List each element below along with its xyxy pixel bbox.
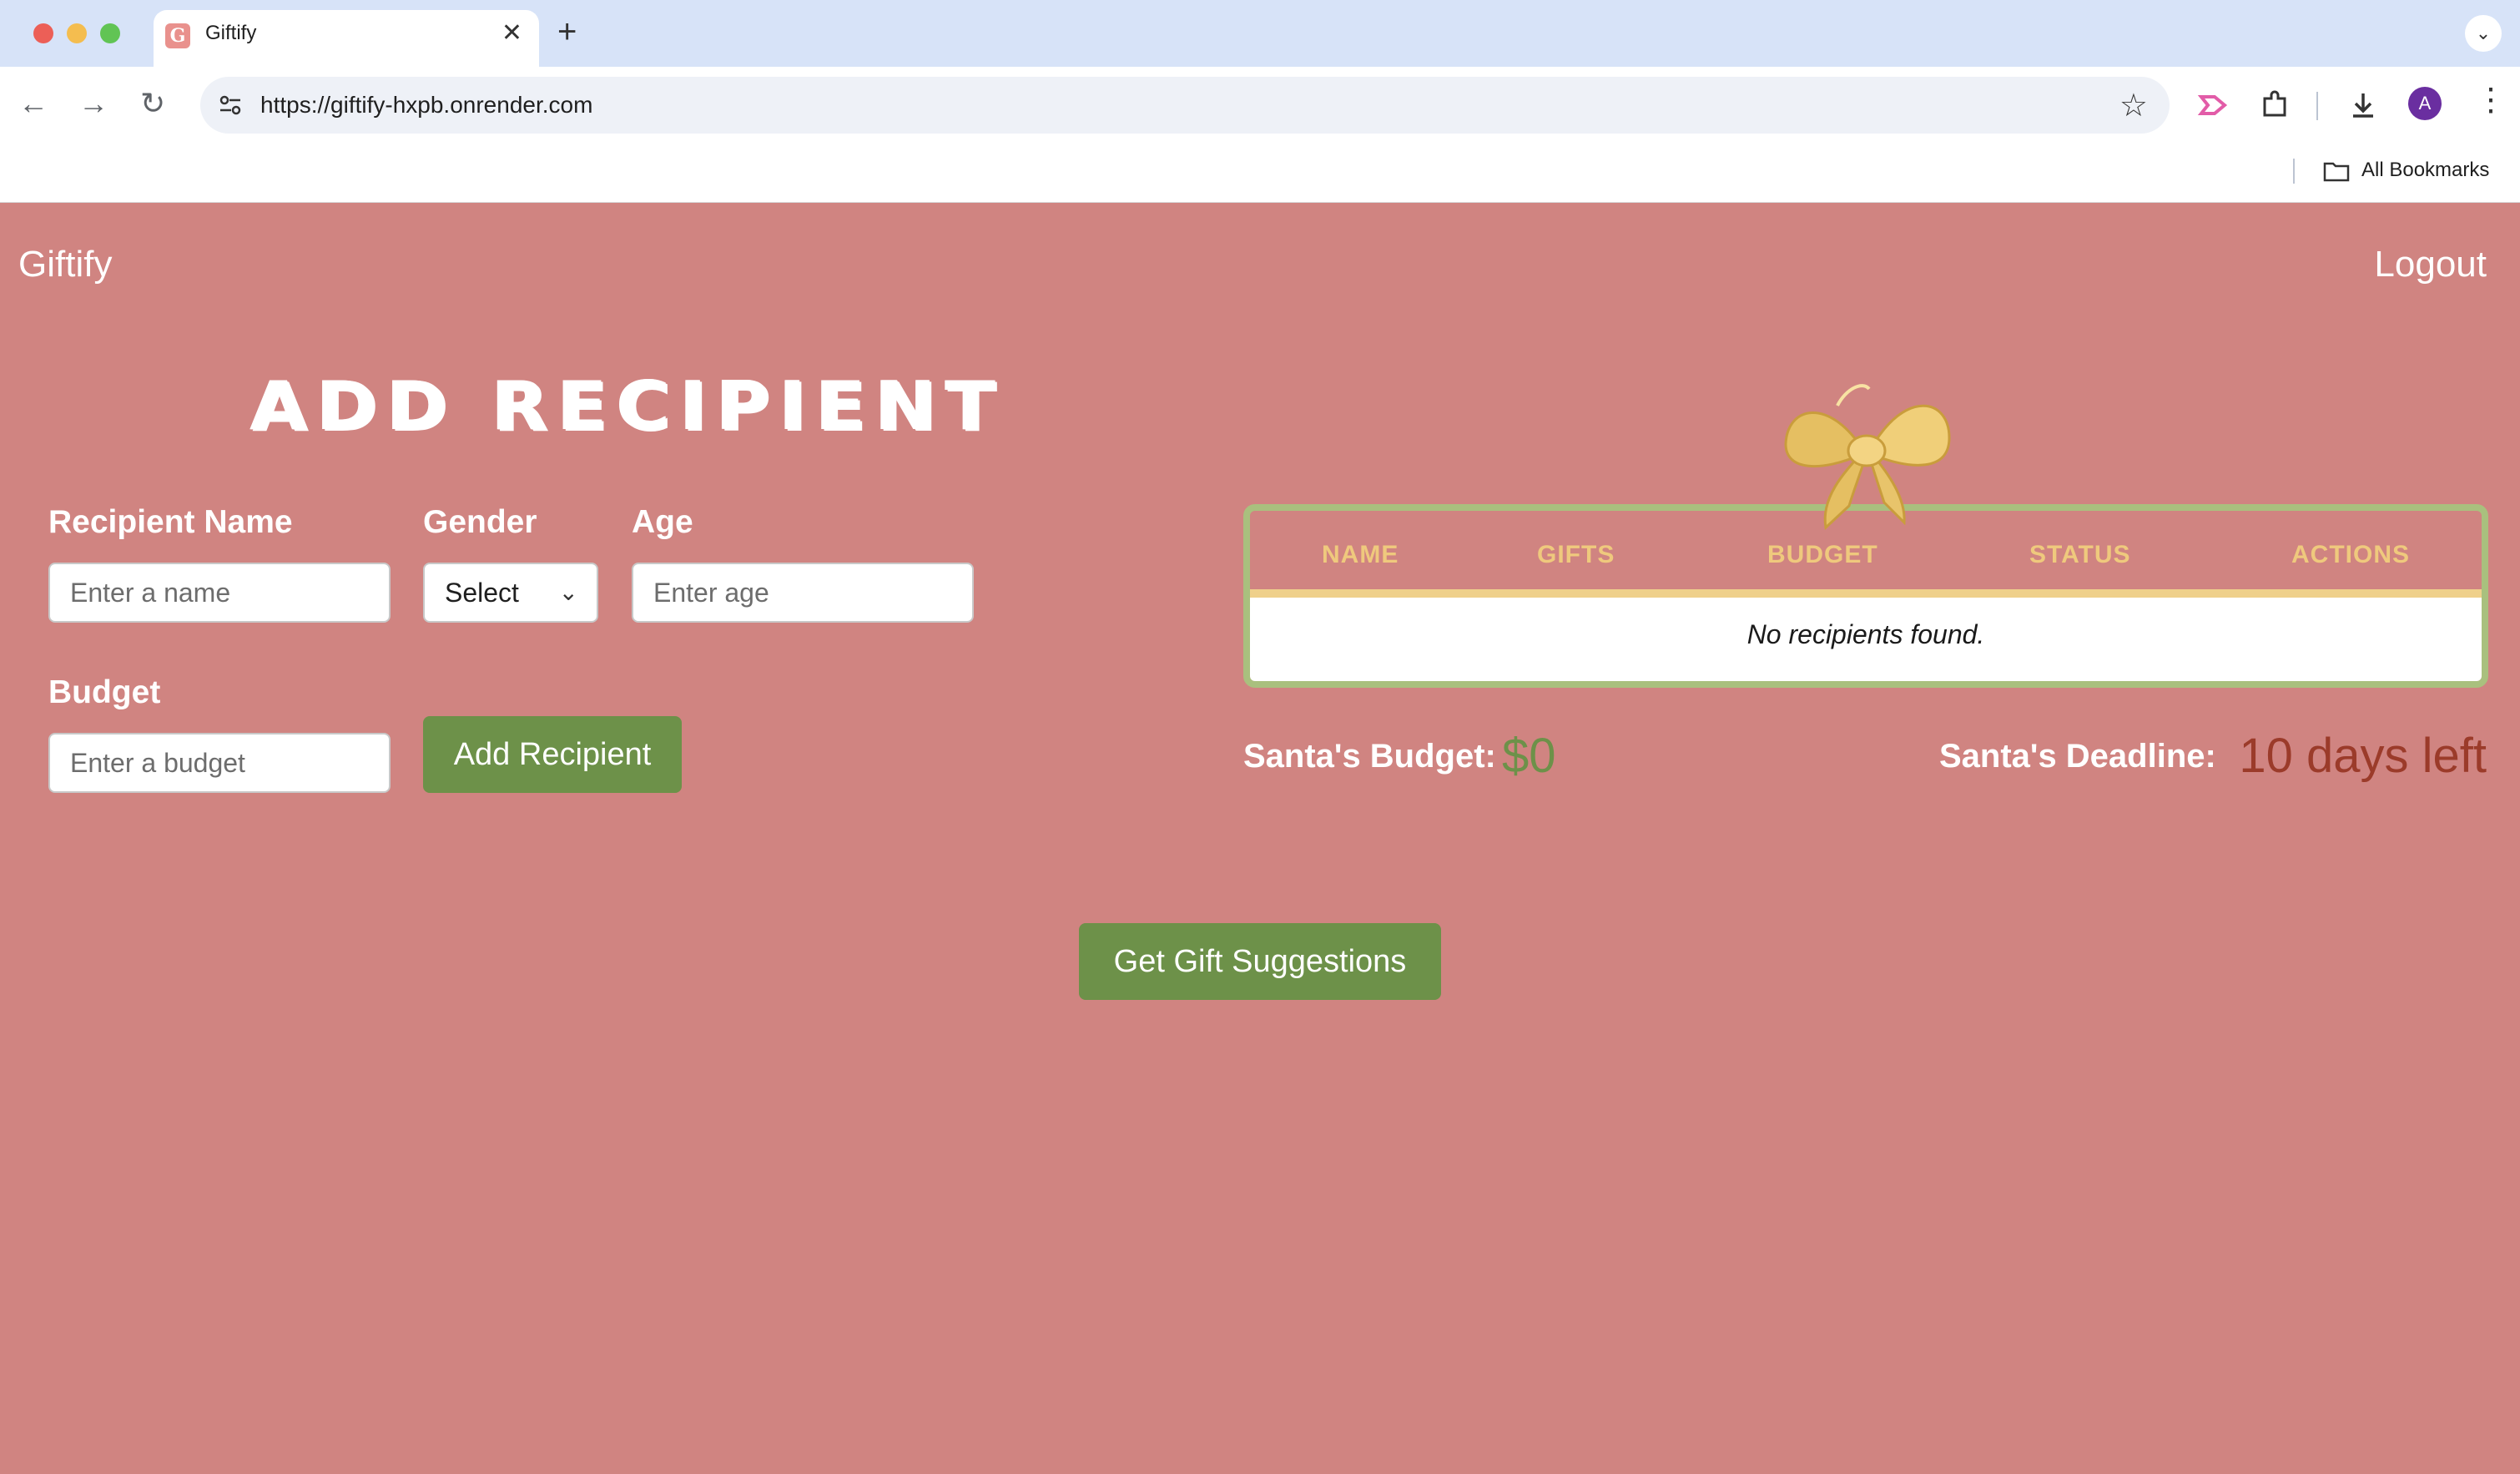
browser-menu-icon[interactable]: ⋮ [2475,82,2507,119]
toolbar-divider [2316,92,2318,120]
tab-close-icon[interactable]: ✕ [501,18,522,48]
santas-deadline-label: Santa's Deadline: [1939,738,2216,775]
bookmarks-bar: All Bookmarks [0,142,2520,203]
download-icon[interactable] [2346,88,2380,122]
gift-bow-icon [1784,384,1951,530]
giftify-favicon-icon: G [165,23,190,48]
minimize-window-button[interactable] [67,23,87,43]
site-info-icon[interactable] [217,92,244,119]
get-gift-suggestions-button[interactable]: Get Gift Suggestions [1079,923,1441,1000]
tab-title: Giftify [205,22,257,44]
reload-icon[interactable]: ↻ [140,85,165,122]
tab-search-chevron-icon[interactable]: ⌄ [2465,15,2502,52]
maximize-window-button[interactable] [100,23,120,43]
bookmarks-divider [2293,159,2295,184]
profile-avatar[interactable]: A [2408,87,2442,120]
age-input[interactable]: Enter age [632,563,974,623]
address-bar[interactable]: https://giftify-hxpb.onrender.com ☆ [200,77,2170,134]
gender-select-value: Select [445,578,519,608]
column-header-name: NAME [1322,541,1399,568]
back-arrow-icon[interactable]: ← [18,85,48,122]
forward-arrow-icon[interactable]: → [78,85,108,122]
budget-label: Budget [48,674,161,710]
close-window-button[interactable] [33,23,53,43]
extensions-puzzle-icon[interactable] [2258,88,2291,122]
age-label: Age [632,504,693,540]
column-header-gifts: GIFTS [1537,541,1615,568]
all-bookmarks-link[interactable]: All Bookmarks [2361,159,2489,182]
chevron-down-icon: ⌄ [558,579,578,605]
santas-budget-value: $0 [1502,729,1556,783]
logout-link[interactable]: Logout [2374,244,2487,285]
bookmark-star-icon[interactable]: ☆ [2119,87,2148,124]
gender-label: Gender [423,504,537,540]
empty-table-message: No recipients found. [1746,619,1985,649]
brand-logo[interactable]: Giftify [18,244,112,285]
column-header-actions: ACTIONS [2291,541,2410,568]
table-body: No recipients found. [1250,598,2482,681]
page-title: ADD RECIPIENT [250,367,1005,445]
recipient-name-label: Recipient Name [48,504,293,540]
url-text: https://giftify-hxpb.onrender.com [260,92,593,118]
extension-arrow-icon[interactable] [2196,88,2230,122]
gender-select[interactable]: Select ⌄ [423,563,598,623]
browser-toolbar: ← → ↻ https://giftify-hxpb.onrender.com … [0,67,2520,142]
add-recipient-button[interactable]: Add Recipient [423,716,682,793]
browser-tab[interactable]: G Giftify ✕ [154,10,539,67]
folder-icon [2323,162,2350,182]
column-header-budget: BUDGET [1767,541,1878,568]
santas-budget-label: Santa's Budget: [1243,738,1496,775]
new-tab-icon[interactable]: + [557,13,577,50]
recipient-name-input[interactable]: Enter a name [48,563,391,623]
tab-strip: G Giftify ✕ + ⌄ [0,0,2520,67]
budget-input[interactable]: Enter a budget [48,733,391,793]
column-header-status: STATUS [2029,541,2131,568]
santas-deadline-value: 10 days left [2239,729,2487,783]
